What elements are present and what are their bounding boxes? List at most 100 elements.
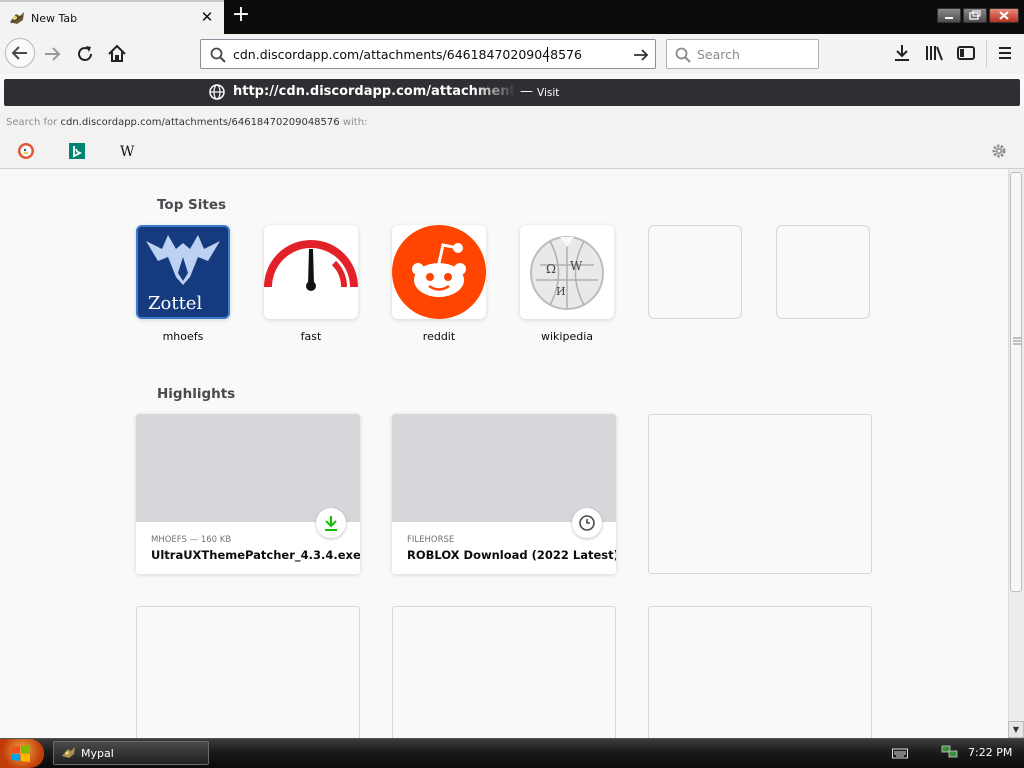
- svg-text:Ω: Ω: [546, 262, 556, 276]
- top-site-label: fast: [300, 330, 322, 343]
- taskbar-clock[interactable]: 7:22 PM: [968, 746, 1012, 759]
- url-fade: [474, 79, 516, 106]
- search-for-suffix: with:: [342, 117, 368, 128]
- highlight-empty: [648, 414, 872, 574]
- library-button[interactable]: [923, 42, 945, 64]
- top-site-label: reddit: [422, 330, 456, 343]
- minimize-button[interactable]: [937, 8, 961, 23]
- back-icon: [11, 46, 27, 60]
- search-settings-button[interactable]: [989, 141, 1009, 161]
- restore-icon: [969, 10, 981, 20]
- bing-engine-button[interactable]: [68, 142, 86, 160]
- windows-logo-icon: [12, 745, 30, 762]
- highlights-title: Highlights: [157, 386, 236, 402]
- tab-title: New Tab: [31, 12, 78, 25]
- autocomplete-url: http://cdn.discordapp.com/attachments/64…: [233, 84, 514, 99]
- top-site-label: mhoefs: [162, 330, 204, 343]
- svg-text:W: W: [570, 259, 583, 273]
- sidebar-button[interactable]: [955, 42, 977, 64]
- search-for-query: cdn.discordapp.com/attachments/646184702…: [60, 117, 340, 128]
- bing-icon: [69, 143, 85, 159]
- home-icon: [108, 44, 126, 62]
- autocomplete-dash: —: [520, 84, 533, 99]
- search-for-label: Search for cdn.discordapp.com/attachment…: [6, 117, 367, 128]
- close-icon: [999, 11, 1009, 20]
- highlight-card[interactable]: MHOEFS — 160 KB UltraUXThemePatcher_4.3.…: [136, 414, 360, 574]
- wikipedia-engine-button[interactable]: W: [119, 142, 137, 160]
- search-icon: [675, 47, 691, 63]
- forward-button[interactable]: [39, 40, 67, 68]
- menu-button[interactable]: [994, 42, 1016, 64]
- top-site-empty: [648, 225, 742, 319]
- top-site-wikipedia[interactable]: Ω W И: [520, 225, 614, 319]
- new-tab-button[interactable]: +: [229, 4, 253, 28]
- taskbar-app-label: Mypal: [81, 747, 114, 760]
- zottel-text: Zottel: [148, 293, 203, 314]
- grip-icon: [1013, 337, 1021, 345]
- reload-icon: [78, 46, 92, 61]
- top-site-fast[interactable]: [264, 225, 358, 319]
- clock-icon: [579, 515, 595, 531]
- menu-icon: [999, 47, 1011, 59]
- maximize-button[interactable]: [963, 8, 987, 23]
- url-bar[interactable]: cdn.discordapp.com/attachments/646184702…: [200, 39, 656, 69]
- mypal-favicon-icon: [8, 10, 26, 26]
- highlight-title: UltraUXThemePatcher_4.3.4.exe: [151, 548, 360, 562]
- one-off-search-panel: [0, 106, 1024, 169]
- keyboard-icon: [892, 748, 908, 759]
- start-button[interactable]: [0, 739, 44, 768]
- search-for-prefix: Search for: [6, 117, 58, 128]
- globe-icon: [209, 84, 225, 100]
- wikipedia-globe-icon: Ω W И: [530, 236, 604, 310]
- network-icon: [941, 745, 958, 758]
- url-input[interactable]: cdn.discordapp.com/attachments/646184702…: [233, 47, 582, 62]
- library-icon: [926, 46, 943, 61]
- scrollbar-thumb[interactable]: [1010, 172, 1022, 592]
- toolbar-separator: [986, 40, 987, 68]
- highlight-card[interactable]: FILEHORSE ROBLOX Download (2022 Latest): [392, 414, 616, 574]
- keyboard-tray-button[interactable]: [892, 747, 908, 759]
- scroll-down-button[interactable]: ▼: [1008, 721, 1024, 738]
- speedometer-icon: [264, 240, 358, 291]
- highlight-meta: MHOEFS — 160 KB: [151, 535, 232, 545]
- home-button[interactable]: [103, 40, 131, 68]
- gear-icon: [992, 144, 1006, 158]
- autocomplete-row-selected[interactable]: http://cdn.discordapp.com/attachments/64…: [4, 79, 1020, 106]
- download-badge: [316, 508, 346, 538]
- svg-text:И: И: [556, 285, 566, 298]
- search-input[interactable]: Search: [697, 47, 740, 62]
- duckduckgo-engine-button[interactable]: [17, 142, 35, 160]
- go-arrow-icon[interactable]: [631, 45, 651, 65]
- top-site-reddit[interactable]: [392, 225, 486, 319]
- minimize-icon: [945, 17, 953, 19]
- back-button[interactable]: [5, 38, 35, 68]
- svg-text:W: W: [120, 144, 135, 160]
- close-tab-icon[interactable]: ✕: [199, 9, 215, 25]
- download-icon: [895, 45, 909, 61]
- text-cursor: [547, 47, 548, 62]
- highlight-meta: FILEHORSE: [407, 535, 455, 545]
- reload-button[interactable]: [71, 40, 99, 68]
- duckduckgo-icon: [18, 143, 34, 159]
- close-window-button[interactable]: [989, 8, 1019, 23]
- mypal-icon: [62, 747, 75, 758]
- search-bar[interactable]: Search: [666, 39, 819, 69]
- top-site-label: wikipedia: [540, 330, 593, 343]
- highlight-thumbnail: [136, 414, 360, 522]
- forward-icon: [45, 47, 61, 61]
- download-icon: [325, 516, 337, 531]
- highlight-title: ROBLOX Download (2022 Latest): [407, 548, 616, 562]
- network-tray-button[interactable]: [941, 744, 959, 760]
- downloads-button[interactable]: [891, 42, 913, 64]
- top-site-mhoefs[interactable]: Zottel: [136, 225, 230, 319]
- search-icon: [210, 47, 226, 63]
- top-sites-title: Top Sites: [157, 197, 227, 213]
- taskbar-app-mypal[interactable]: Mypal: [53, 741, 209, 765]
- tab-new-tab[interactable]: New Tab ✕: [0, 0, 224, 34]
- history-badge: [572, 508, 602, 538]
- reddit-icon: [392, 225, 486, 319]
- wikipedia-icon: W: [120, 144, 135, 160]
- sidebar-icon: [957, 46, 975, 60]
- highlight-thumbnail: [392, 414, 616, 522]
- autocomplete-action: Visit: [537, 87, 560, 99]
